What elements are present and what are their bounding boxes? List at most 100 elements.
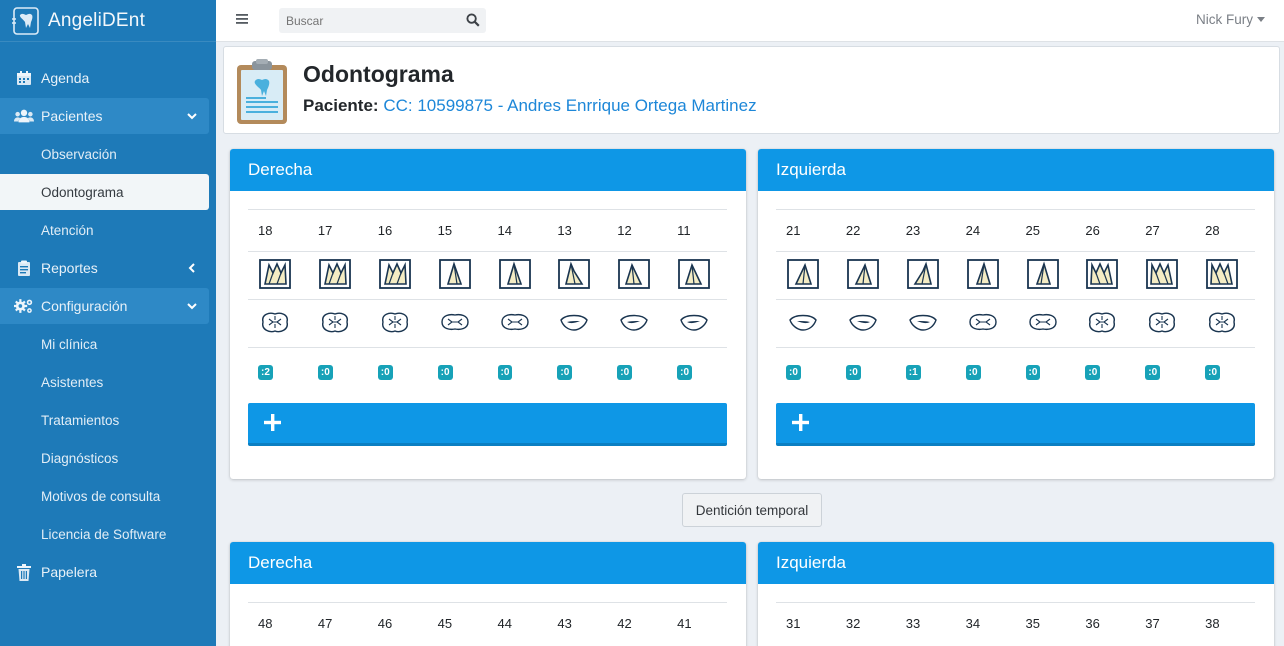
tooth-side-view[interactable]: [1135, 251, 1196, 300]
tooth-number: 17: [307, 209, 368, 252]
tooth-count-badge[interactable]: :0: [1085, 365, 1101, 381]
tooth-side-icon: [498, 259, 532, 292]
tooth-occlusal-view[interactable]: [1195, 299, 1255, 348]
sidebar-item-motivos[interactable]: Motivos de consulta: [0, 478, 209, 514]
tooth-number: 41: [667, 602, 727, 645]
search-input[interactable]: [279, 8, 459, 33]
tooth-count-badge[interactable]: :1: [905, 365, 921, 381]
tooth-occlusal-icon: [378, 309, 412, 338]
tooth-occlusal-view[interactable]: [835, 299, 896, 348]
tooth-side-view[interactable]: [895, 251, 956, 300]
tooth-occlusal-view[interactable]: [1015, 299, 1076, 348]
tooth-number: 13: [547, 209, 608, 252]
tooth-count-badge[interactable]: :0: [1025, 365, 1041, 381]
tooth-count-badge[interactable]: :0: [965, 365, 981, 381]
sidebar-item-agenda[interactable]: Agenda: [0, 60, 209, 96]
tooth-side-view[interactable]: [487, 251, 548, 300]
tooth-number: 47: [307, 602, 368, 645]
tooth-side-view[interactable]: [955, 251, 1016, 300]
tooth-count-cell: :0: [1075, 347, 1136, 396]
tooth-count-badge[interactable]: :0: [1145, 365, 1161, 381]
tooth-occlusal-view[interactable]: [248, 299, 308, 348]
tooth-side-view[interactable]: [1015, 251, 1076, 300]
tooth-number: 34: [955, 602, 1016, 645]
tooth-count-badge[interactable]: :0: [557, 365, 573, 381]
tooth-side-view[interactable]: [307, 251, 368, 300]
tooth-count-badge[interactable]: :0: [617, 365, 633, 381]
tooth-occlusal-view[interactable]: [367, 299, 428, 348]
tooth-side-view[interactable]: [248, 251, 308, 300]
tooth-occlusal-view[interactable]: [427, 299, 488, 348]
tooth-count-badge[interactable]: :0: [677, 365, 693, 381]
tooth-count-badge[interactable]: :0: [497, 365, 513, 381]
sidebar-item-observacion[interactable]: Observación: [0, 136, 209, 172]
tooth-count-badge[interactable]: :0: [1205, 365, 1221, 381]
tooth-occlusal-view[interactable]: [1135, 299, 1196, 348]
brand[interactable]: AngeliDEnt: [0, 0, 216, 42]
tooth-side-view[interactable]: [1195, 251, 1255, 300]
tooth-count-badge[interactable]: :0: [437, 365, 453, 381]
tooth-count-cell: :2: [248, 347, 308, 396]
add-button[interactable]: [776, 402, 1255, 446]
sidebar-item-odontograma[interactable]: Odontograma: [0, 174, 209, 210]
sidebar-item-licencia[interactable]: Licencia de Software: [0, 516, 209, 552]
add-button[interactable]: [248, 402, 727, 446]
chevron-down-icon: [187, 113, 197, 120]
tooth-side-view[interactable]: [427, 251, 488, 300]
tooth-count-badge[interactable]: :0: [377, 365, 393, 381]
tooth-occlusal-view[interactable]: [955, 299, 1016, 348]
tooth-side-view[interactable]: [547, 251, 608, 300]
tooth-number: 42: [607, 602, 668, 645]
denticion-temporal-button[interactable]: Dentición temporal: [682, 493, 822, 527]
sidebar-item-asistentes[interactable]: Asistentes: [0, 364, 209, 400]
tooth-side-view[interactable]: [367, 251, 428, 300]
app-name: AngeliDEnt: [48, 9, 146, 31]
sidebar-item-reportes[interactable]: Reportes: [0, 250, 209, 286]
panel-title: Izquierda: [758, 542, 1274, 584]
calendar-icon: [14, 69, 34, 87]
tooth-occlusal-view[interactable]: [667, 299, 727, 348]
tooth-occlusal-view[interactable]: [1075, 299, 1136, 348]
tooth-count-badge[interactable]: :0: [845, 365, 861, 381]
menu-toggle-icon[interactable]: [236, 12, 250, 26]
tooth-side-view[interactable]: [607, 251, 668, 300]
sidebar-item-papelera[interactable]: Papelera: [0, 554, 209, 590]
tooth-side-icon: [1026, 259, 1060, 292]
sidebar: AngeliDEnt Agenda Pacientes Observación …: [0, 0, 216, 646]
tooth-side-view[interactable]: [776, 251, 836, 300]
tooth-side-view[interactable]: [1075, 251, 1136, 300]
sidebar-item-atencion[interactable]: Atención: [0, 212, 209, 248]
tooth-side-view[interactable]: [835, 251, 896, 300]
sidebar-item-pacientes[interactable]: Pacientes: [0, 98, 209, 134]
tooth-count-badge[interactable]: :0: [786, 365, 801, 381]
tooth-count-cell: :0: [427, 347, 488, 396]
tooth-occlusal-view[interactable]: [607, 299, 668, 348]
panel-upper-left: Izquierda 21 22 23 24 25 26 27 28:0:0 …: [758, 149, 1274, 479]
tooth-occlusal-view[interactable]: [895, 299, 956, 348]
tooth-count-badge[interactable]: :2: [258, 365, 273, 381]
patient-link[interactable]: CC: 10599875 - Andres Enrrique Ortega Ma…: [383, 96, 756, 115]
tooth-occlusal-view[interactable]: [776, 299, 836, 348]
tooth-side-view[interactable]: [667, 251, 727, 300]
tooth-count-cell: :0: [607, 347, 668, 396]
sidebar-item-configuracion[interactable]: Configuración: [0, 288, 209, 324]
tooth-side-icon: [1085, 259, 1119, 292]
tooth-occlusal-view[interactable]: [547, 299, 608, 348]
tooth-occlusal-icon: [1205, 309, 1239, 338]
sidebar-item-mi-clinica[interactable]: Mi clínica: [0, 326, 209, 362]
gears-icon: [14, 297, 34, 315]
panel-body: 31 32 33 34 35 36 37 38: [758, 584, 1274, 645]
sidebar-item-diagnosticos[interactable]: Diagnósticos: [0, 440, 209, 476]
sidebar-item-tratamientos[interactable]: Tratamientos: [0, 402, 209, 438]
panel-body: 21 22 23 24 25 26 27 28:0:0:1:0:0:…: [758, 191, 1274, 446]
search-icon[interactable]: [466, 13, 480, 27]
tooth-count-badge[interactable]: :0: [317, 365, 333, 381]
user-menu[interactable]: Nick Fury: [1196, 12, 1265, 27]
tooth-number: 23: [895, 209, 956, 252]
tooth-occlusal-view[interactable]: [307, 299, 368, 348]
tooth-side-icon: [378, 259, 412, 292]
panel-title: Derecha: [230, 149, 746, 191]
panel-body: 48 47 46 45 44 43 42 41: [230, 584, 746, 645]
tooth-occlusal-view[interactable]: [487, 299, 548, 348]
sidebar-nav: Agenda Pacientes Observación Odontograma…: [0, 42, 216, 590]
